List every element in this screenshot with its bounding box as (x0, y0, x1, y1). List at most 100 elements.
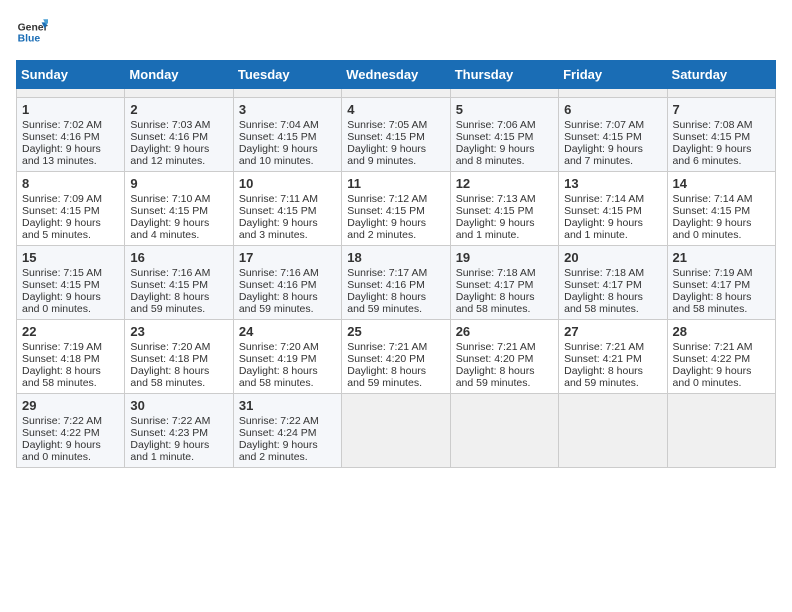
day-of-week-header: Tuesday (233, 61, 341, 89)
daylight-label: Daylight: 8 hours and 59 minutes. (347, 365, 426, 389)
calendar-cell (450, 89, 558, 98)
day-of-week-header: Friday (559, 61, 667, 89)
daylight-label: Daylight: 8 hours and 59 minutes. (347, 291, 426, 315)
calendar-cell: 30 Sunrise: 7:22 AM Sunset: 4:23 PM Dayl… (125, 394, 233, 468)
sunrise-label: Sunrise: 7:20 AM (130, 341, 210, 353)
calendar-cell: 31 Sunrise: 7:22 AM Sunset: 4:24 PM Dayl… (233, 394, 341, 468)
sunset-label: Sunset: 4:15 PM (673, 205, 751, 217)
sunrise-label: Sunrise: 7:04 AM (239, 119, 319, 131)
calendar-cell: 29 Sunrise: 7:22 AM Sunset: 4:22 PM Dayl… (17, 394, 125, 468)
daylight-label: Daylight: 9 hours and 0 minutes. (673, 365, 752, 389)
sunrise-label: Sunrise: 7:17 AM (347, 267, 427, 279)
calendar-cell (125, 89, 233, 98)
daylight-label: Daylight: 9 hours and 2 minutes. (347, 217, 426, 241)
day-of-week-header: Monday (125, 61, 233, 89)
calendar-cell (559, 89, 667, 98)
calendar-week-row: 22 Sunrise: 7:19 AM Sunset: 4:18 PM Dayl… (17, 320, 776, 394)
calendar-cell: 1 Sunrise: 7:02 AM Sunset: 4:16 PM Dayli… (17, 98, 125, 172)
day-number: 16 (130, 250, 227, 265)
daylight-label: Daylight: 9 hours and 13 minutes. (22, 143, 101, 167)
sunset-label: Sunset: 4:15 PM (22, 279, 100, 291)
day-number: 11 (347, 176, 444, 191)
sunrise-label: Sunrise: 7:18 AM (564, 267, 644, 279)
day-of-week-header: Thursday (450, 61, 558, 89)
day-number: 9 (130, 176, 227, 191)
calendar-cell: 10 Sunrise: 7:11 AM Sunset: 4:15 PM Dayl… (233, 172, 341, 246)
calendar-cell: 25 Sunrise: 7:21 AM Sunset: 4:20 PM Dayl… (342, 320, 450, 394)
calendar-cell: 14 Sunrise: 7:14 AM Sunset: 4:15 PM Dayl… (667, 172, 775, 246)
sunrise-label: Sunrise: 7:20 AM (239, 341, 319, 353)
calendar-cell: 20 Sunrise: 7:18 AM Sunset: 4:17 PM Dayl… (559, 246, 667, 320)
day-number: 4 (347, 102, 444, 117)
calendar-week-row: 1 Sunrise: 7:02 AM Sunset: 4:16 PM Dayli… (17, 98, 776, 172)
calendar-cell: 23 Sunrise: 7:20 AM Sunset: 4:18 PM Dayl… (125, 320, 233, 394)
calendar-cell: 6 Sunrise: 7:07 AM Sunset: 4:15 PM Dayli… (559, 98, 667, 172)
day-number: 31 (239, 398, 336, 413)
sunset-label: Sunset: 4:15 PM (347, 205, 425, 217)
daylight-label: Daylight: 9 hours and 1 minute. (130, 439, 209, 463)
sunset-label: Sunset: 4:15 PM (239, 131, 317, 143)
day-number: 20 (564, 250, 661, 265)
daylight-label: Daylight: 8 hours and 58 minutes. (564, 291, 643, 315)
day-number: 30 (130, 398, 227, 413)
sunset-label: Sunset: 4:15 PM (564, 131, 642, 143)
daylight-label: Daylight: 8 hours and 59 minutes. (130, 291, 209, 315)
day-number: 8 (22, 176, 119, 191)
calendar-cell: 28 Sunrise: 7:21 AM Sunset: 4:22 PM Dayl… (667, 320, 775, 394)
calendar-cell: 22 Sunrise: 7:19 AM Sunset: 4:18 PM Dayl… (17, 320, 125, 394)
calendar-cell (450, 394, 558, 468)
calendar-cell (342, 394, 450, 468)
sunset-label: Sunset: 4:20 PM (456, 353, 534, 365)
sunset-label: Sunset: 4:19 PM (239, 353, 317, 365)
sunset-label: Sunset: 4:24 PM (239, 427, 317, 439)
day-number: 21 (673, 250, 770, 265)
sunrise-label: Sunrise: 7:21 AM (456, 341, 536, 353)
sunrise-label: Sunrise: 7:12 AM (347, 193, 427, 205)
daylight-label: Daylight: 8 hours and 59 minutes. (456, 365, 535, 389)
day-number: 22 (22, 324, 119, 339)
calendar-cell: 2 Sunrise: 7:03 AM Sunset: 4:16 PM Dayli… (125, 98, 233, 172)
sunrise-label: Sunrise: 7:16 AM (130, 267, 210, 279)
sunset-label: Sunset: 4:15 PM (239, 205, 317, 217)
day-number: 18 (347, 250, 444, 265)
day-of-week-header: Wednesday (342, 61, 450, 89)
daylight-label: Daylight: 9 hours and 2 minutes. (239, 439, 318, 463)
daylight-label: Daylight: 9 hours and 7 minutes. (564, 143, 643, 167)
calendar-week-row: 8 Sunrise: 7:09 AM Sunset: 4:15 PM Dayli… (17, 172, 776, 246)
day-number: 13 (564, 176, 661, 191)
calendar-week-row: 15 Sunrise: 7:15 AM Sunset: 4:15 PM Dayl… (17, 246, 776, 320)
daylight-label: Daylight: 8 hours and 58 minutes. (673, 291, 752, 315)
sunset-label: Sunset: 4:22 PM (22, 427, 100, 439)
daylight-label: Daylight: 9 hours and 1 minute. (456, 217, 535, 241)
sunrise-label: Sunrise: 7:07 AM (564, 119, 644, 131)
calendar-cell: 18 Sunrise: 7:17 AM Sunset: 4:16 PM Dayl… (342, 246, 450, 320)
calendar-cell: 24 Sunrise: 7:20 AM Sunset: 4:19 PM Dayl… (233, 320, 341, 394)
sunset-label: Sunset: 4:22 PM (673, 353, 751, 365)
day-number: 5 (456, 102, 553, 117)
sunrise-label: Sunrise: 7:19 AM (22, 341, 102, 353)
day-number: 15 (22, 250, 119, 265)
sunset-label: Sunset: 4:15 PM (564, 205, 642, 217)
calendar-cell: 27 Sunrise: 7:21 AM Sunset: 4:21 PM Dayl… (559, 320, 667, 394)
sunrise-label: Sunrise: 7:22 AM (239, 415, 319, 427)
sunrise-label: Sunrise: 7:02 AM (22, 119, 102, 131)
daylight-label: Daylight: 8 hours and 58 minutes. (456, 291, 535, 315)
sunset-label: Sunset: 4:16 PM (239, 279, 317, 291)
day-number: 28 (673, 324, 770, 339)
day-number: 24 (239, 324, 336, 339)
sunrise-label: Sunrise: 7:13 AM (456, 193, 536, 205)
sunrise-label: Sunrise: 7:11 AM (239, 193, 318, 205)
sunset-label: Sunset: 4:15 PM (130, 205, 208, 217)
sunset-label: Sunset: 4:20 PM (347, 353, 425, 365)
sunrise-label: Sunrise: 7:03 AM (130, 119, 210, 131)
sunset-label: Sunset: 4:17 PM (564, 279, 642, 291)
sunrise-label: Sunrise: 7:09 AM (22, 193, 102, 205)
daylight-label: Daylight: 9 hours and 0 minutes. (22, 439, 101, 463)
calendar-cell: 8 Sunrise: 7:09 AM Sunset: 4:15 PM Dayli… (17, 172, 125, 246)
calendar-week-row: 29 Sunrise: 7:22 AM Sunset: 4:22 PM Dayl… (17, 394, 776, 468)
daylight-label: Daylight: 9 hours and 8 minutes. (456, 143, 535, 167)
sunset-label: Sunset: 4:15 PM (673, 131, 751, 143)
daylight-label: Daylight: 9 hours and 6 minutes. (673, 143, 752, 167)
day-number: 27 (564, 324, 661, 339)
calendar-cell: 11 Sunrise: 7:12 AM Sunset: 4:15 PM Dayl… (342, 172, 450, 246)
